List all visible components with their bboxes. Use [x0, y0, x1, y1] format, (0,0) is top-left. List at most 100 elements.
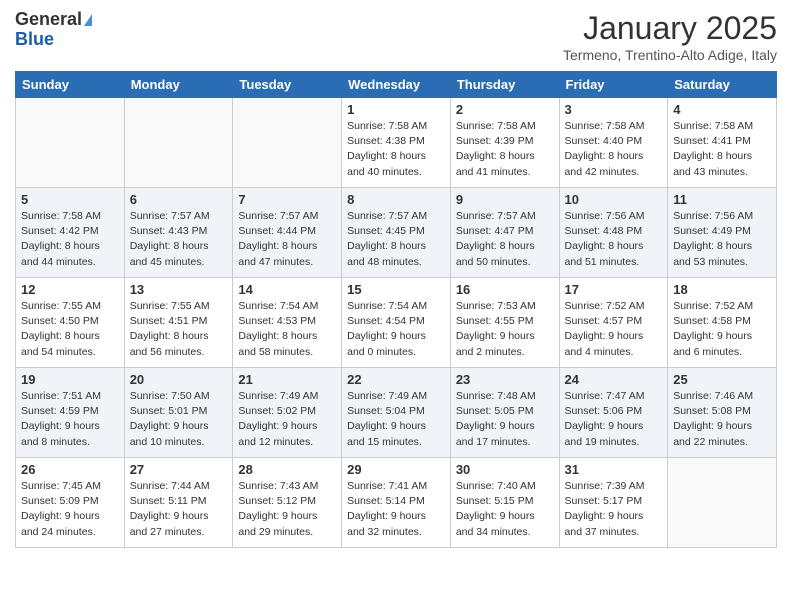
day-number: 2	[456, 102, 554, 117]
day-cell: 14 Sunrise: 7:54 AMSunset: 4:53 PMDayligh…	[233, 278, 342, 368]
day-info: Sunrise: 7:40 AMSunset: 5:15 PMDaylight:…	[456, 479, 554, 540]
week-row-1: 1 Sunrise: 7:58 AMSunset: 4:38 PMDaylight…	[16, 98, 777, 188]
day-info: Sunrise: 7:49 AMSunset: 5:04 PMDaylight:…	[347, 389, 445, 450]
day-cell: 26 Sunrise: 7:45 AMSunset: 5:09 PMDayligh…	[16, 458, 125, 548]
day-info: Sunrise: 7:54 AMSunset: 4:54 PMDaylight:…	[347, 299, 445, 360]
day-cell: 12 Sunrise: 7:55 AMSunset: 4:50 PMDayligh…	[16, 278, 125, 368]
day-info: Sunrise: 7:39 AMSunset: 5:17 PMDaylight:…	[565, 479, 663, 540]
day-cell: 16 Sunrise: 7:53 AMSunset: 4:55 PMDayligh…	[450, 278, 559, 368]
day-info: Sunrise: 7:53 AMSunset: 4:55 PMDaylight:…	[456, 299, 554, 360]
day-cell: 23 Sunrise: 7:48 AMSunset: 5:05 PMDayligh…	[450, 368, 559, 458]
day-cell: 13Sunrise: 7:55 AMSunset: 4:51 PMDayligh…	[124, 278, 233, 368]
day-cell	[668, 458, 777, 548]
day-info: Sunrise: 7:51 AMSunset: 4:59 PMDaylight:…	[21, 389, 119, 450]
logo: General Blue	[15, 10, 92, 50]
day-info: Sunrise: 7:41 AMSunset: 5:14 PMDaylight:…	[347, 479, 445, 540]
title-block: January 2025 Termeno, Trentino-Alto Adig…	[563, 10, 777, 63]
day-cell: 9 Sunrise: 7:57 AMSunset: 4:47 PMDaylight…	[450, 188, 559, 278]
day-info: Sunrise: 7:58 AMSunset: 4:39 PMDaylight:…	[456, 119, 554, 180]
logo-general: General	[15, 10, 82, 30]
day-cell: 19 Sunrise: 7:51 AMSunset: 4:59 PMDayligh…	[16, 368, 125, 458]
month-title: January 2025	[563, 10, 777, 47]
day-number: 23	[456, 372, 554, 387]
day-info: Sunrise: 7:56 AMSunset: 4:48 PMDaylight:…	[565, 209, 663, 270]
location-subtitle: Termeno, Trentino-Alto Adige, Italy	[563, 47, 777, 63]
day-cell: 22 Sunrise: 7:49 AMSunset: 5:04 PMDayligh…	[342, 368, 451, 458]
day-cell: 2 Sunrise: 7:58 AMSunset: 4:39 PMDaylight…	[450, 98, 559, 188]
weekday-header-saturday: Saturday	[668, 72, 777, 98]
day-info: Sunrise: 7:57 AMSunset: 4:45 PMDaylight:…	[347, 209, 445, 270]
day-number: 6	[130, 192, 228, 207]
day-number: 16	[456, 282, 554, 297]
day-info: Sunrise: 7:50 AMSunset: 5:01 PMDaylight:…	[130, 389, 228, 450]
day-cell	[233, 98, 342, 188]
weekday-header-wednesday: Wednesday	[342, 72, 451, 98]
day-cell: 18Sunrise: 7:52 AMSunset: 4:58 PMDayligh…	[668, 278, 777, 368]
day-info: Sunrise: 7:58 AMSunset: 4:41 PMDaylight:…	[673, 119, 771, 180]
day-info: Sunrise: 7:46 AMSunset: 5:08 PMDaylight:…	[673, 389, 771, 450]
day-cell: 6Sunrise: 7:57 AMSunset: 4:43 PMDaylight…	[124, 188, 233, 278]
day-info: Sunrise: 7:58 AMSunset: 4:38 PMDaylight:…	[347, 119, 445, 180]
calendar-table: SundayMondayTuesdayWednesdayThursdayFrid…	[15, 71, 777, 548]
weekday-header-tuesday: Tuesday	[233, 72, 342, 98]
day-number: 12	[21, 282, 119, 297]
day-number: 9	[456, 192, 554, 207]
weekday-header-sunday: Sunday	[16, 72, 125, 98]
day-cell	[124, 98, 233, 188]
weekday-header-thursday: Thursday	[450, 72, 559, 98]
day-number: 30	[456, 462, 554, 477]
day-cell: 4 Sunrise: 7:58 AMSunset: 4:41 PMDaylight…	[668, 98, 777, 188]
day-info: Sunrise: 7:57 AMSunset: 4:47 PMDaylight:…	[456, 209, 554, 270]
day-cell: 31 Sunrise: 7:39 AMSunset: 5:17 PMDayligh…	[559, 458, 668, 548]
day-info: Sunrise: 7:43 AMSunset: 5:12 PMDaylight:…	[238, 479, 336, 540]
day-cell: 30 Sunrise: 7:40 AMSunset: 5:15 PMDayligh…	[450, 458, 559, 548]
day-number: 3	[565, 102, 663, 117]
day-number: 19	[21, 372, 119, 387]
day-cell: 17Sunrise: 7:52 AMSunset: 4:57 PMDayligh…	[559, 278, 668, 368]
day-info: Sunrise: 7:52 AMSunset: 4:58 PMDaylight:…	[673, 299, 771, 360]
day-number: 17	[565, 282, 663, 297]
day-number: 27	[130, 462, 228, 477]
day-info: Sunrise: 7:44 AMSunset: 5:11 PMDaylight:…	[130, 479, 228, 540]
day-number: 21	[238, 372, 336, 387]
weekday-header-row: SundayMondayTuesdayWednesdayThursdayFrid…	[16, 72, 777, 98]
day-number: 14	[238, 282, 336, 297]
week-row-4: 19 Sunrise: 7:51 AMSunset: 4:59 PMDayligh…	[16, 368, 777, 458]
day-info: Sunrise: 7:49 AMSunset: 5:02 PMDaylight:…	[238, 389, 336, 450]
day-number: 20	[130, 372, 228, 387]
day-cell	[16, 98, 125, 188]
page-header: General Blue January 2025 Termeno, Trent…	[15, 10, 777, 63]
day-info: Sunrise: 7:57 AMSunset: 4:44 PMDaylight:…	[238, 209, 336, 270]
day-cell: 7Sunrise: 7:57 AMSunset: 4:44 PMDaylight…	[233, 188, 342, 278]
day-cell: 20 Sunrise: 7:50 AMSunset: 5:01 PMDayligh…	[124, 368, 233, 458]
week-row-3: 12 Sunrise: 7:55 AMSunset: 4:50 PMDayligh…	[16, 278, 777, 368]
week-row-5: 26 Sunrise: 7:45 AMSunset: 5:09 PMDayligh…	[16, 458, 777, 548]
day-number: 22	[347, 372, 445, 387]
day-number: 24	[565, 372, 663, 387]
day-number: 1	[347, 102, 445, 117]
logo-icon	[84, 14, 92, 26]
day-number: 5	[21, 192, 119, 207]
day-info: Sunrise: 7:48 AMSunset: 5:05 PMDaylight:…	[456, 389, 554, 450]
day-cell: 10Sunrise: 7:56 AMSunset: 4:48 PMDayligh…	[559, 188, 668, 278]
day-cell: 29 Sunrise: 7:41 AMSunset: 5:14 PMDayligh…	[342, 458, 451, 548]
day-info: Sunrise: 7:47 AMSunset: 5:06 PMDaylight:…	[565, 389, 663, 450]
day-info: Sunrise: 7:54 AMSunset: 4:53 PMDaylight:…	[238, 299, 336, 360]
week-row-2: 5 Sunrise: 7:58 AMSunset: 4:42 PMDaylight…	[16, 188, 777, 278]
day-number: 28	[238, 462, 336, 477]
day-info: Sunrise: 7:58 AMSunset: 4:42 PMDaylight:…	[21, 209, 119, 270]
day-cell: 21 Sunrise: 7:49 AMSunset: 5:02 PMDayligh…	[233, 368, 342, 458]
day-info: Sunrise: 7:55 AMSunset: 4:51 PMDaylight:…	[130, 299, 228, 360]
day-number: 31	[565, 462, 663, 477]
day-number: 4	[673, 102, 771, 117]
day-cell: 3Sunrise: 7:58 AMSunset: 4:40 PMDaylight…	[559, 98, 668, 188]
day-number: 11	[673, 192, 771, 207]
day-info: Sunrise: 7:45 AMSunset: 5:09 PMDaylight:…	[21, 479, 119, 540]
day-cell: 8Sunrise: 7:57 AMSunset: 4:45 PMDaylight…	[342, 188, 451, 278]
day-info: Sunrise: 7:55 AMSunset: 4:50 PMDaylight:…	[21, 299, 119, 360]
day-number: 15	[347, 282, 445, 297]
day-number: 26	[21, 462, 119, 477]
day-number: 29	[347, 462, 445, 477]
logo-blue: Blue	[15, 30, 54, 50]
weekday-header-friday: Friday	[559, 72, 668, 98]
